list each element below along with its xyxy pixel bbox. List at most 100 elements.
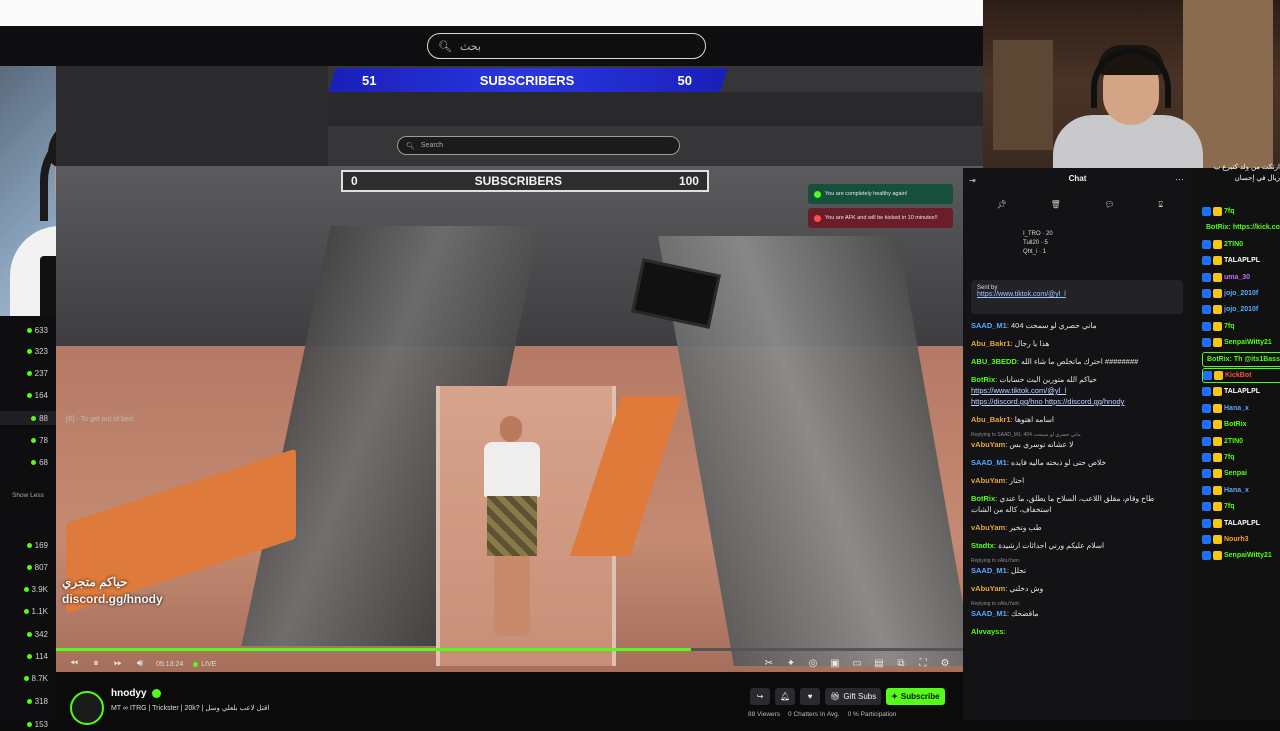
- clip-icon[interactable]: ✂︎: [763, 658, 775, 670]
- game-search-placeholder: Search: [420, 142, 444, 149]
- gift-icon: 🎁︎: [830, 692, 841, 701]
- sub-bar-top-label: SUBSCRIBERS: [479, 72, 575, 88]
- miniplayer-icon[interactable]: ▣: [829, 658, 841, 670]
- subscribe-label: Subscribe: [900, 692, 940, 701]
- sidebar-channel-item[interactable]: 807: [0, 560, 56, 574]
- subscribe-button[interactable]: ✦ Subscribe: [886, 688, 945, 705]
- chat-username[interactable]: BotRix: [971, 375, 995, 384]
- share-button[interactable]: ↪: [750, 688, 770, 705]
- sidebar-channel-item[interactable]: 169: [0, 538, 56, 552]
- hourglass-icon[interactable]: ⌛︎: [1158, 200, 1163, 210]
- chat-message[interactable]: SAAD_M1: ماني حصري لو سمحت 404: [971, 320, 1187, 331]
- sidebar-channel-item[interactable]: 8.7K: [0, 671, 56, 685]
- sidebar-channel-item[interactable]: 342: [0, 627, 56, 641]
- chat-message[interactable]: Replying to vAbuYam: SAAD_M1: مافضحك: [971, 601, 1187, 619]
- badge-icon: [1202, 518, 1211, 528]
- sidebar-channel-item[interactable]: 633: [0, 323, 56, 337]
- chat-username[interactable]: vAbuYam: [971, 476, 1005, 485]
- playback-progress-bar[interactable]: [56, 648, 963, 651]
- viewer-count: 318: [34, 696, 48, 706]
- game-view[interactable]: [E] · To get out of bed.: [56, 66, 983, 672]
- chat-message[interactable]: BotRix: حياكم الله متورين البث حسابات htt…: [971, 374, 1187, 407]
- pause-icon[interactable]: ⏸︎: [90, 658, 102, 670]
- sidebar-channel-item[interactable]: 88: [0, 411, 56, 425]
- sidebar-channel-item[interactable]: 323: [0, 344, 56, 358]
- chat-username[interactable]: Abu_Bakr1: [971, 339, 1011, 348]
- cast-icon[interactable]: ▤: [873, 658, 885, 670]
- chat-username[interactable]: Abu_Bakr1: [971, 415, 1011, 424]
- chat-bubble-icon[interactable]: 💬︎: [1104, 200, 1114, 210]
- chat-username[interactable]: SAAD_M1: [971, 609, 1007, 618]
- chat-username[interactable]: vAbuYam: [971, 584, 1005, 593]
- chat-message[interactable]: vAbuYam: احتار: [971, 475, 1187, 486]
- settings-spark-icon[interactable]: ✦: [785, 658, 797, 670]
- crown-icon: [1213, 207, 1222, 216]
- chat-message[interactable]: BotRix: طاح وقام، مقلق اللاعب، السلاح ما…: [971, 493, 1187, 515]
- chat-username[interactable]: SAAD_M1: [971, 458, 1007, 467]
- follow-button[interactable]: ♥: [800, 688, 821, 705]
- chat-username[interactable]: SAAD_M1: [971, 566, 1007, 575]
- crown-icon: [1213, 502, 1222, 512]
- forward-icon[interactable]: ⏩︎: [112, 658, 124, 670]
- pinned-message[interactable]: Sent by https://www.tiktok.com/@yl_l: [971, 280, 1183, 314]
- sub-bar-top-left: 51: [362, 72, 377, 88]
- pinned-link[interactable]: https://www.tiktok.com/@yl_l: [977, 291, 1066, 298]
- chat-username[interactable]: ABU_3BEDD: [971, 357, 1017, 366]
- notification-healthy: You are completely healthy again!: [808, 184, 953, 204]
- chat-username[interactable]: vAbuYam: [971, 523, 1005, 532]
- rewind-icon[interactable]: ⏪︎: [68, 658, 80, 670]
- chat-message[interactable]: Abu_Bakr1: هذا يا رجال: [971, 338, 1187, 349]
- live-dot: [27, 653, 33, 659]
- search-input[interactable]: 🔍︎ بحث: [427, 33, 706, 59]
- chat-message[interactable]: SAAD_M1: خلاص حتى لو ذبحته ماليه فايده: [971, 457, 1187, 468]
- badge-icon: [1202, 338, 1211, 348]
- chat-username[interactable]: vAbuYam: [971, 440, 1005, 449]
- trash-icon[interactable]: 🗑︎: [1051, 200, 1061, 210]
- badge-icon: [1202, 551, 1211, 561]
- sidebar-channel-item[interactable]: 1.1K: [0, 604, 56, 618]
- chat-message[interactable]: ABU_3BEDD: احترك ماتخلص ما شاء الله ####…: [971, 356, 1187, 367]
- chat-toolbar: 📌︎ 🗑︎ 💬︎ ⌛︎: [975, 200, 1185, 210]
- badge-icon: [1202, 272, 1211, 282]
- chat-menu-icon[interactable]: ⋯: [1175, 174, 1184, 185]
- game-search-input[interactable]: 🔍︎ Search: [397, 136, 680, 155]
- chat-message[interactable]: vAbuYam: وش دخلني: [971, 583, 1187, 594]
- chat-message[interactable]: Replying to vAbuYam: SAAD_M1: تحلل: [971, 558, 1187, 576]
- chat-link[interactable]: https://www.tiktok.com/@yl_l: [971, 385, 1187, 396]
- sidebar-channel-item[interactable]: 68: [0, 455, 56, 469]
- notify-button[interactable]: 🔔︎: [775, 688, 796, 705]
- chat-username[interactable]: Alvvayss: [971, 627, 1004, 636]
- sidebar-channel-item[interactable]: 153: [0, 717, 56, 731]
- badge-icon: [1202, 469, 1211, 479]
- chat-message[interactable]: vAbuYam: طب وتخير: [971, 522, 1187, 533]
- chat-message[interactable]: Alvvayss:: [971, 626, 1187, 637]
- sidebar-channel-item[interactable]: 318: [0, 694, 56, 708]
- channel-name[interactable]: hnodyy: [111, 688, 161, 699]
- gift-subs-button[interactable]: 🎁︎ Gift Subs: [825, 688, 882, 705]
- sidebar-channel-item[interactable]: 114: [0, 649, 56, 663]
- chat-username[interactable]: Stadtx: [971, 541, 994, 550]
- volume-icon[interactable]: 🔊︎: [134, 658, 146, 670]
- chat-username[interactable]: SAAD_M1: [971, 321, 1007, 330]
- gifter-count: 1: [1042, 249, 1047, 255]
- chat-username[interactable]: BotRix: [971, 494, 995, 503]
- sidebar-channel-item[interactable]: 3.9K: [0, 582, 56, 596]
- pin-icon[interactable]: 📌︎: [997, 200, 1007, 210]
- chat-message[interactable]: Stadtx: اسلام عليكم ورني احداثات ارشيدة: [971, 540, 1187, 551]
- fullscreen-icon[interactable]: ⛶: [917, 658, 929, 670]
- show-less-button[interactable]: Show Less: [0, 492, 56, 499]
- chat-link[interactable]: https://discord.gg/hno https://discord.g…: [971, 396, 1187, 407]
- theater-icon[interactable]: ▭: [851, 658, 863, 670]
- overlay-chat-row: TALAPLPL: [1202, 253, 1280, 268]
- stream-title: MT ∞ ITRG | Trickster | 20k? | اقتل لاعب…: [111, 705, 270, 712]
- sidebar-channel-item[interactable]: 78: [0, 433, 56, 447]
- viewer-count: 237: [34, 368, 48, 378]
- sidebar-channel-item[interactable]: 237: [0, 366, 56, 380]
- sidebar-channel-item[interactable]: 164: [0, 388, 56, 402]
- chat-message[interactable]: Replying to SAAD_M1: 404 ماني حصري لو سم…: [971, 432, 1187, 450]
- chapters-icon[interactable]: ◎: [807, 658, 819, 670]
- gear-icon[interactable]: ⚙︎: [939, 658, 951, 670]
- overlay-chat-username: TALAPLPL: [1224, 388, 1261, 396]
- pip-icon[interactable]: ⧉: [895, 658, 907, 670]
- chat-message[interactable]: Abu_Bakr1: اسامه اهتوها: [971, 414, 1187, 425]
